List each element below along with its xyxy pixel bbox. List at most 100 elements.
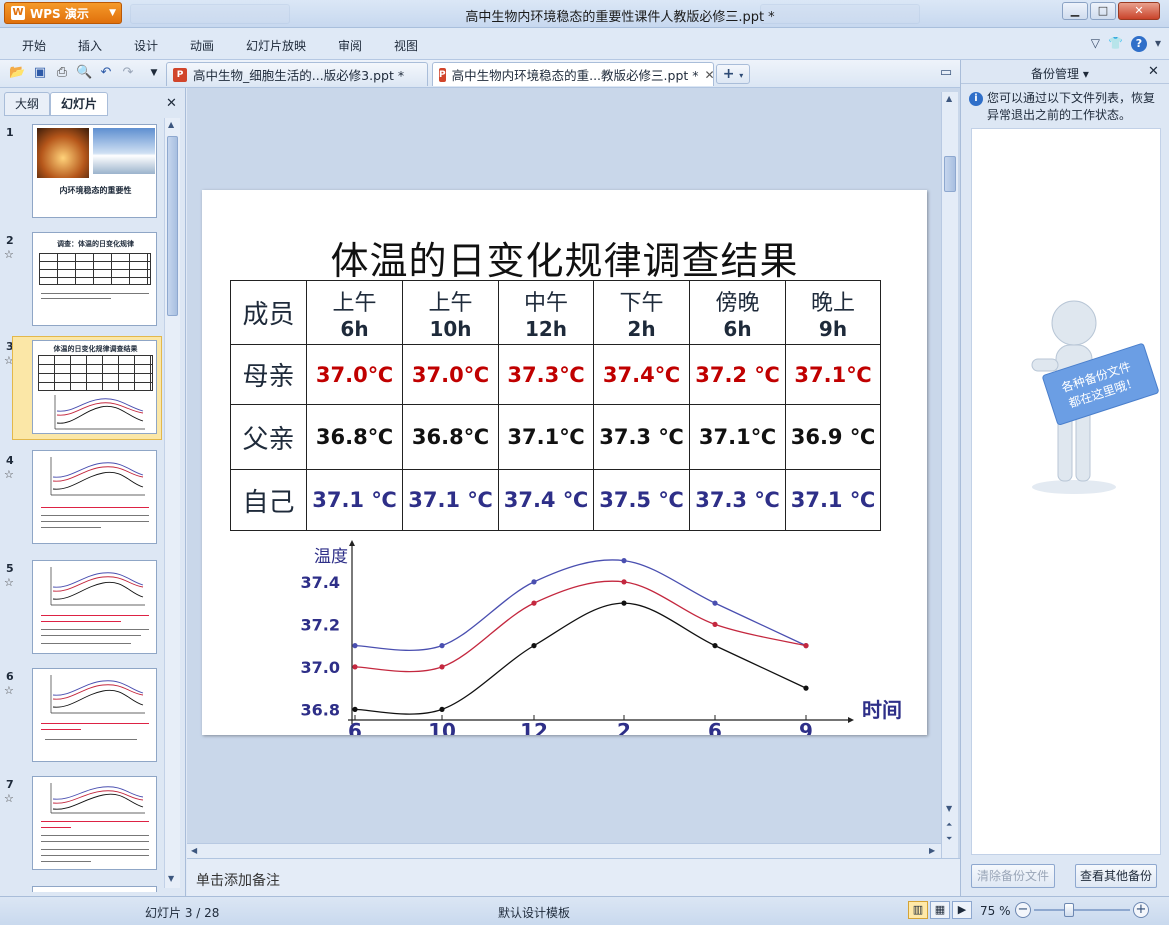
menu-home[interactable]: 开始: [22, 37, 46, 54]
view-other-backups-button[interactable]: 查看其他备份: [1075, 864, 1157, 888]
zoom-in-button[interactable]: +: [1133, 902, 1149, 918]
shirt-skin-icon[interactable]: 👕: [1108, 36, 1123, 52]
new-tab-button[interactable]: + ▾: [716, 64, 750, 84]
tab-slides[interactable]: 幻灯片: [50, 92, 109, 116]
table-cell: 36.8℃: [402, 404, 499, 470]
slide-thumbnail-next[interactable]: [32, 886, 157, 892]
save-icon[interactable]: ▣: [32, 65, 48, 81]
print-preview-icon[interactable]: 🔍: [76, 65, 92, 81]
slide-sorter-view-icon[interactable]: ▦: [930, 901, 950, 919]
minimize-button[interactable]: ▁: [1062, 2, 1088, 20]
chevron-down-icon: ▼: [109, 8, 116, 18]
notes-pane[interactable]: 单击添加备注: [187, 858, 960, 896]
zoom-slider-knob[interactable]: [1064, 903, 1074, 917]
close-panel-icon[interactable]: ✕: [166, 96, 177, 111]
series-point-2: [531, 643, 537, 649]
table-member-cell: 父亲: [230, 404, 307, 470]
close-window-button[interactable]: ✕: [1118, 2, 1160, 20]
redo-icon[interactable]: ↷: [120, 65, 136, 81]
scroll-down-icon[interactable]: ▼: [946, 804, 952, 813]
chevron-down-icon[interactable]: ▽: [1091, 36, 1100, 52]
series-point-0: [531, 579, 537, 585]
series-line-2: [354, 602, 807, 715]
panel-toggle-icon[interactable]: ▭: [938, 65, 954, 81]
table-header-cell: 中午 12h: [498, 280, 594, 345]
design-template-label[interactable]: 默认设计模板: [498, 904, 570, 921]
doc-tab-2[interactable]: P 高中生物内环境稳态的重...教版必修三.ppt * ✕: [432, 62, 715, 86]
menu-view[interactable]: 视图: [394, 37, 418, 54]
menu-insert[interactable]: 插入: [78, 37, 102, 54]
menu-review[interactable]: 审阅: [338, 37, 362, 54]
slide-title[interactable]: 体温的日变化规律调查结果: [202, 230, 927, 285]
slide-horizontal-scrollbar[interactable]: ◀ ▶: [187, 843, 941, 858]
prev-slide-icon[interactable]: ⏶: [946, 820, 952, 830]
scroll-right-icon[interactable]: ▶: [929, 846, 935, 855]
maximize-button[interactable]: □: [1090, 2, 1116, 20]
slide-number: 6: [6, 670, 14, 683]
series-point-2: [803, 685, 809, 691]
scrollbar-thumb[interactable]: [167, 136, 178, 316]
notes-placeholder[interactable]: 单击添加备注: [196, 870, 280, 890]
open-folder-icon[interactable]: 📂: [9, 65, 25, 81]
temperature-table[interactable]: 成员 上午 6h 上午 10h 中午 12h 下午 2h 傍晚 6h 晚上 9h 母亲 37…: [230, 280, 881, 531]
backup-file-list[interactable]: 各种备份文件 都在这里哦！: [971, 128, 1161, 855]
close-tab-icon[interactable]: ✕: [705, 68, 715, 82]
clear-backup-button[interactable]: 清除备份文件: [971, 864, 1055, 888]
thumb-chart: [50, 457, 145, 496]
tab-outline[interactable]: 大纲: [4, 92, 51, 116]
chevron-down-icon[interactable]: ▾: [1155, 36, 1161, 52]
slide-thumbnail-5[interactable]: [32, 560, 157, 654]
scrollbar-thumb[interactable]: [944, 156, 956, 192]
scroll-left-icon[interactable]: ◀: [191, 846, 197, 855]
print-icon[interactable]: ⎙: [54, 65, 70, 81]
series-point-2: [712, 643, 718, 649]
menu-design[interactable]: 设计: [134, 37, 158, 54]
zoom-level[interactable]: 75 %: [980, 904, 1011, 918]
scroll-up-icon[interactable]: ▲: [946, 94, 952, 103]
thumb-text-line: [41, 293, 149, 294]
slide-number: 7: [6, 778, 14, 791]
undo-icon[interactable]: ↶: [98, 65, 114, 81]
table-cell: 37.4 ℃: [498, 469, 594, 531]
series-point-1: [712, 621, 718, 627]
scroll-down-icon[interactable]: ▼: [168, 874, 174, 883]
table-row-mother: 母亲 37.0℃ 37.0℃ 37.3℃ 37.4℃ 37.2 ℃ 37.1℃: [230, 344, 881, 405]
slide-thumbnail-6[interactable]: [32, 668, 157, 762]
slide-thumbnail-3[interactable]: 体温的日变化规律调查结果: [32, 340, 157, 434]
thumb-table: [38, 355, 153, 391]
chevron-down-icon[interactable]: ▼: [146, 65, 162, 81]
normal-view-icon[interactable]: ▥: [908, 901, 928, 919]
slide-vertical-scrollbar[interactable]: ▲ ▼ ⏶ ⏷: [941, 92, 958, 858]
menu-animation[interactable]: 动画: [190, 37, 214, 54]
mascot-figure: 各种备份文件 都在这里哦！: [1031, 300, 1159, 494]
thumb-text-line: [41, 827, 71, 828]
zoom-slider-track[interactable]: [1034, 909, 1130, 911]
panel-tabs: 大纲 幻灯片: [4, 92, 109, 116]
series-point-1: [531, 600, 537, 606]
wps-app-menu-button[interactable]: W WPS 演示 ▼: [4, 2, 122, 24]
y-tick-label: 36.8: [301, 700, 340, 719]
table-header-cell: 晚上 9h: [785, 280, 881, 345]
help-icon[interactable]: ?: [1130, 36, 1147, 52]
thumb-text-line: [41, 621, 121, 622]
zoom-out-button[interactable]: −: [1015, 902, 1031, 918]
backup-panel-title[interactable]: 备份管理 ▾: [1031, 65, 1089, 82]
next-slide-icon[interactable]: ⏷: [946, 834, 952, 844]
menu-slideshow[interactable]: 幻灯片放映: [246, 37, 306, 54]
thumb-text-line: [41, 521, 149, 522]
slide-thumbnail-7[interactable]: [32, 776, 157, 870]
current-slide[interactable]: 体温的日变化规律调查结果 成员 上午 6h 上午 10h 中午 12h 下午 2h 傍晚…: [202, 190, 927, 735]
slide-thumbnail-2[interactable]: 调查：体温的日变化规律: [32, 232, 157, 326]
scroll-up-icon[interactable]: ▲: [168, 120, 174, 129]
slide-thumbnail-1[interactable]: 内环境稳态的重要性: [32, 124, 157, 218]
slide-number: 5: [6, 562, 14, 575]
slide-thumbnail-4[interactable]: [32, 450, 157, 544]
table-cell: 37.2 ℃: [689, 344, 786, 405]
close-panel-icon[interactable]: ✕: [1148, 64, 1159, 79]
thumb-text-line: [41, 507, 149, 508]
table-cell: 37.3 ℃: [689, 469, 786, 531]
doc-tab-1[interactable]: P 高中生物_细胞生活的...版必修3.ppt *: [166, 62, 428, 86]
slideshow-view-icon[interactable]: ▶: [952, 901, 972, 919]
temperature-line-chart[interactable]: 温度时间 36.8 37.0 37.2 37.4 6 10 12 2 6 9: [292, 540, 927, 735]
slides-scrollbar[interactable]: ▲ ▼: [164, 118, 180, 888]
